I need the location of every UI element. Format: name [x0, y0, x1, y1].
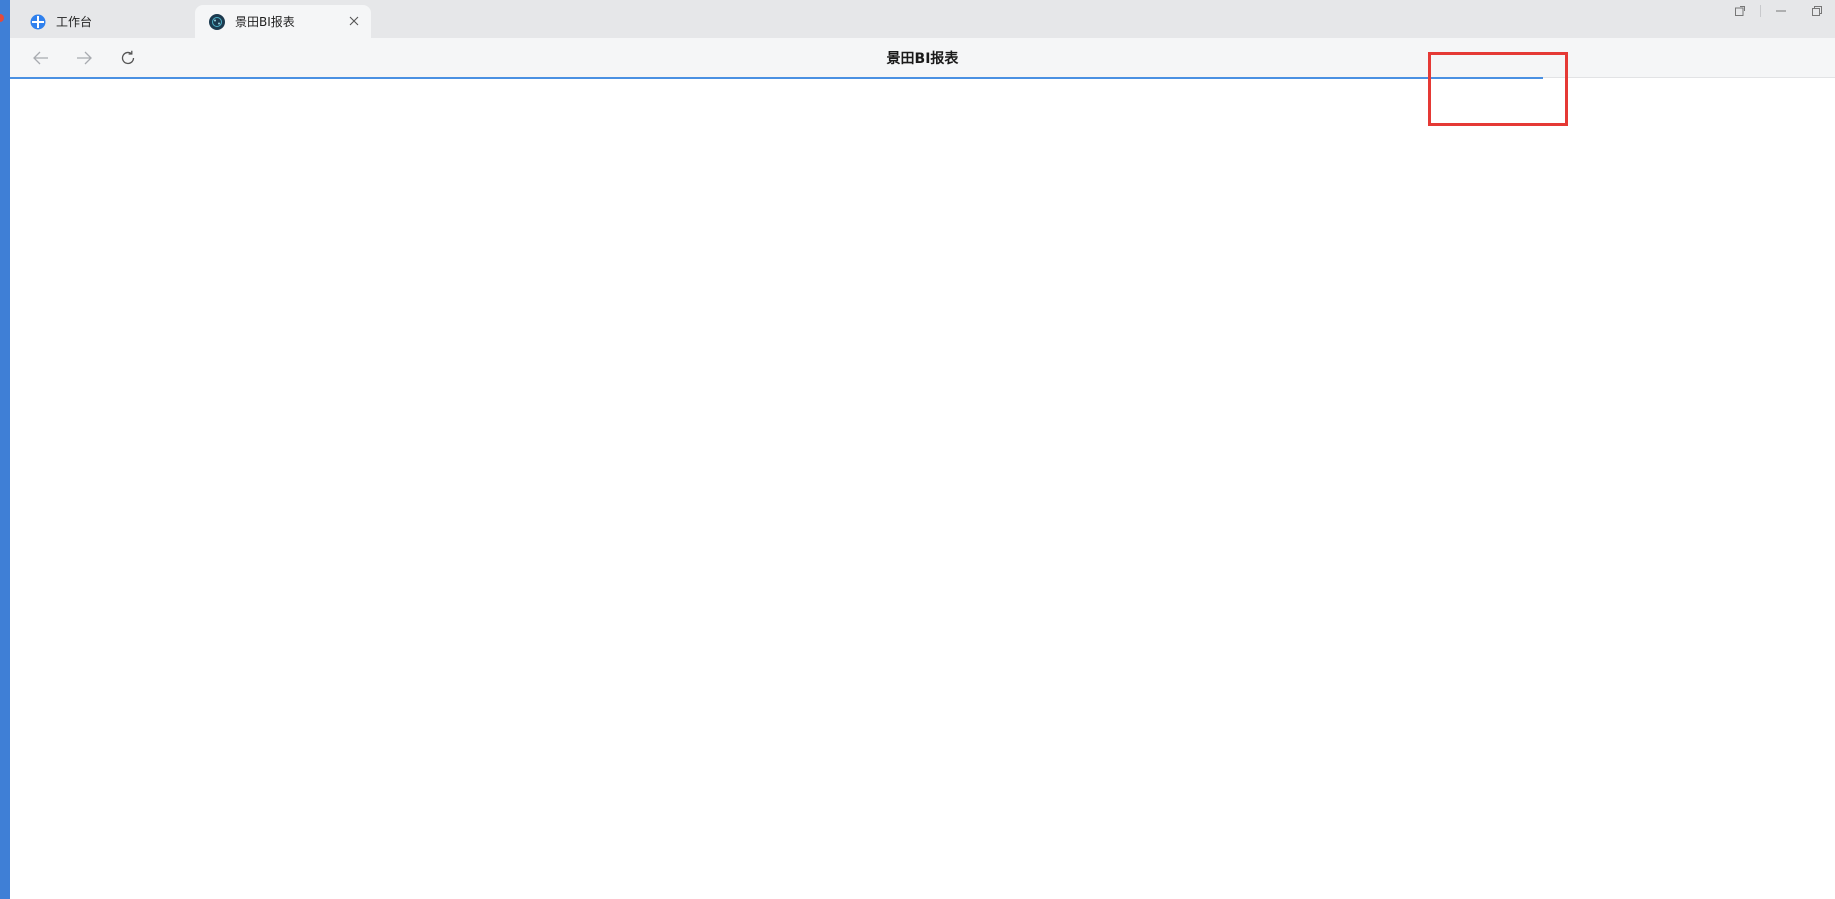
window-controls [1722, 0, 1835, 22]
close-tab-icon[interactable] [347, 14, 361, 28]
pop-out-button[interactable] [1722, 1, 1758, 21]
status-dot [0, 14, 4, 22]
tab-bi-report[interactable]: 景田BI报表 [195, 5, 371, 38]
tab-label: 景田BI报表 [235, 15, 295, 29]
tab-bar: 工作台 景田BI报表 [10, 0, 1835, 38]
left-edge-strip [0, 0, 10, 899]
minimize-icon [1776, 10, 1786, 12]
restore-icon [1812, 6, 1822, 16]
tab-workbench[interactable]: 工作台 [16, 5, 200, 38]
bi-report-icon [209, 13, 225, 30]
browser-window: 工作台 景田BI报表 景田BI报表 [10, 0, 1835, 899]
divider [1760, 5, 1761, 17]
page-content [10, 79, 1835, 899]
pop-out-icon [1735, 6, 1745, 16]
tab-label: 工作台 [56, 15, 93, 29]
minimize-button[interactable] [1763, 1, 1799, 21]
highlight-annotation-box [1428, 52, 1568, 126]
restore-button[interactable] [1799, 1, 1835, 21]
workbench-icon [30, 14, 46, 30]
